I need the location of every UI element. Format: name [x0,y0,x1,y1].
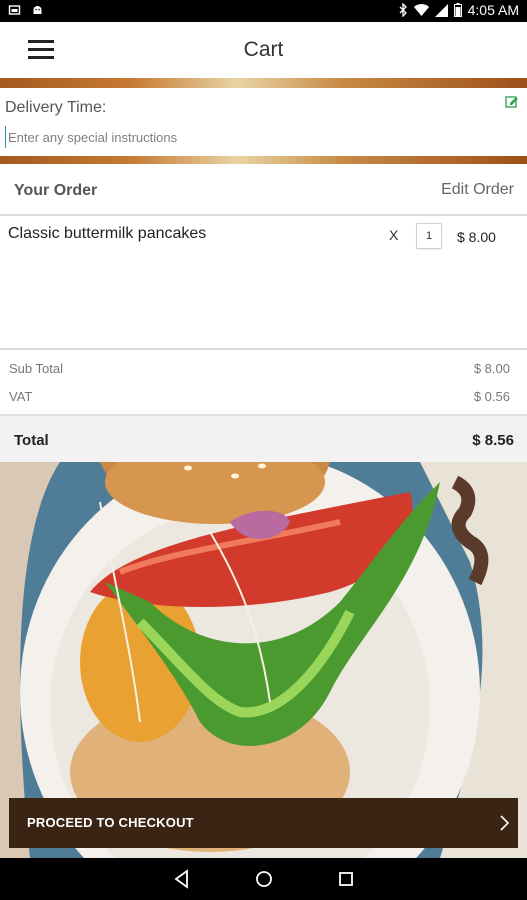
android-notification-icon [33,6,42,14]
checkout-label: PROCEED TO CHECKOUT [27,815,194,830]
header-food-image-bottom [0,156,527,164]
total-label: Total [14,432,49,449]
subtotal-value: $ 8.00 [473,361,510,376]
header-food-image [0,78,527,88]
back-icon[interactable] [172,869,192,889]
signal-icon [434,3,448,17]
subtotal-label: Sub Total [9,361,63,376]
delivery-panel: Delivery Time: [0,88,527,156]
quantity-field[interactable]: 1 [416,223,442,249]
subtotal-row: Sub Total $ 8.00 [0,361,527,383]
proceed-to-checkout-button[interactable]: PROCEED TO CHECKOUT [9,798,518,848]
delivery-time-label: Delivery Time: [5,99,107,116]
total-row: Total $ 8.56 [0,414,527,464]
order-summary: Sub Total $ 8.00 VAT $ 0.56 [0,350,527,414]
system-nav-bar [0,858,527,900]
status-time: 4:05 AM [467,2,519,18]
item-multiplier: X [389,227,399,243]
battery-icon [453,3,462,17]
vat-label: VAT [9,389,33,404]
item-name: Classic buttermilk pancakes [8,225,207,242]
page-title: Cart [243,38,284,61]
bluetooth-icon [399,3,407,17]
vat-value: $ 0.56 [473,389,510,404]
vat-row: VAT $ 0.56 [0,389,527,411]
wifi-icon [413,4,429,16]
edit-order-link[interactable]: Edit Order [441,181,514,199]
chevron-right-icon [500,815,510,831]
edit-icon[interactable] [505,95,519,109]
recents-icon[interactable] [336,869,356,889]
your-order-heading: Your Order [14,182,98,199]
special-instructions-input[interactable] [5,126,478,148]
home-icon[interactable] [254,869,274,889]
total-value: $ 8.56 [472,432,514,449]
app-bar: Cart [0,22,527,79]
image-notification-icon [8,5,21,15]
status-bar: 4:05 AM [0,0,527,22]
item-price: $ 8.00 [457,229,496,245]
order-header: Your Order Edit Order [0,164,527,216]
order-item-list: Classic buttermilk pancakes X 1 $ 8.00 [0,216,527,350]
